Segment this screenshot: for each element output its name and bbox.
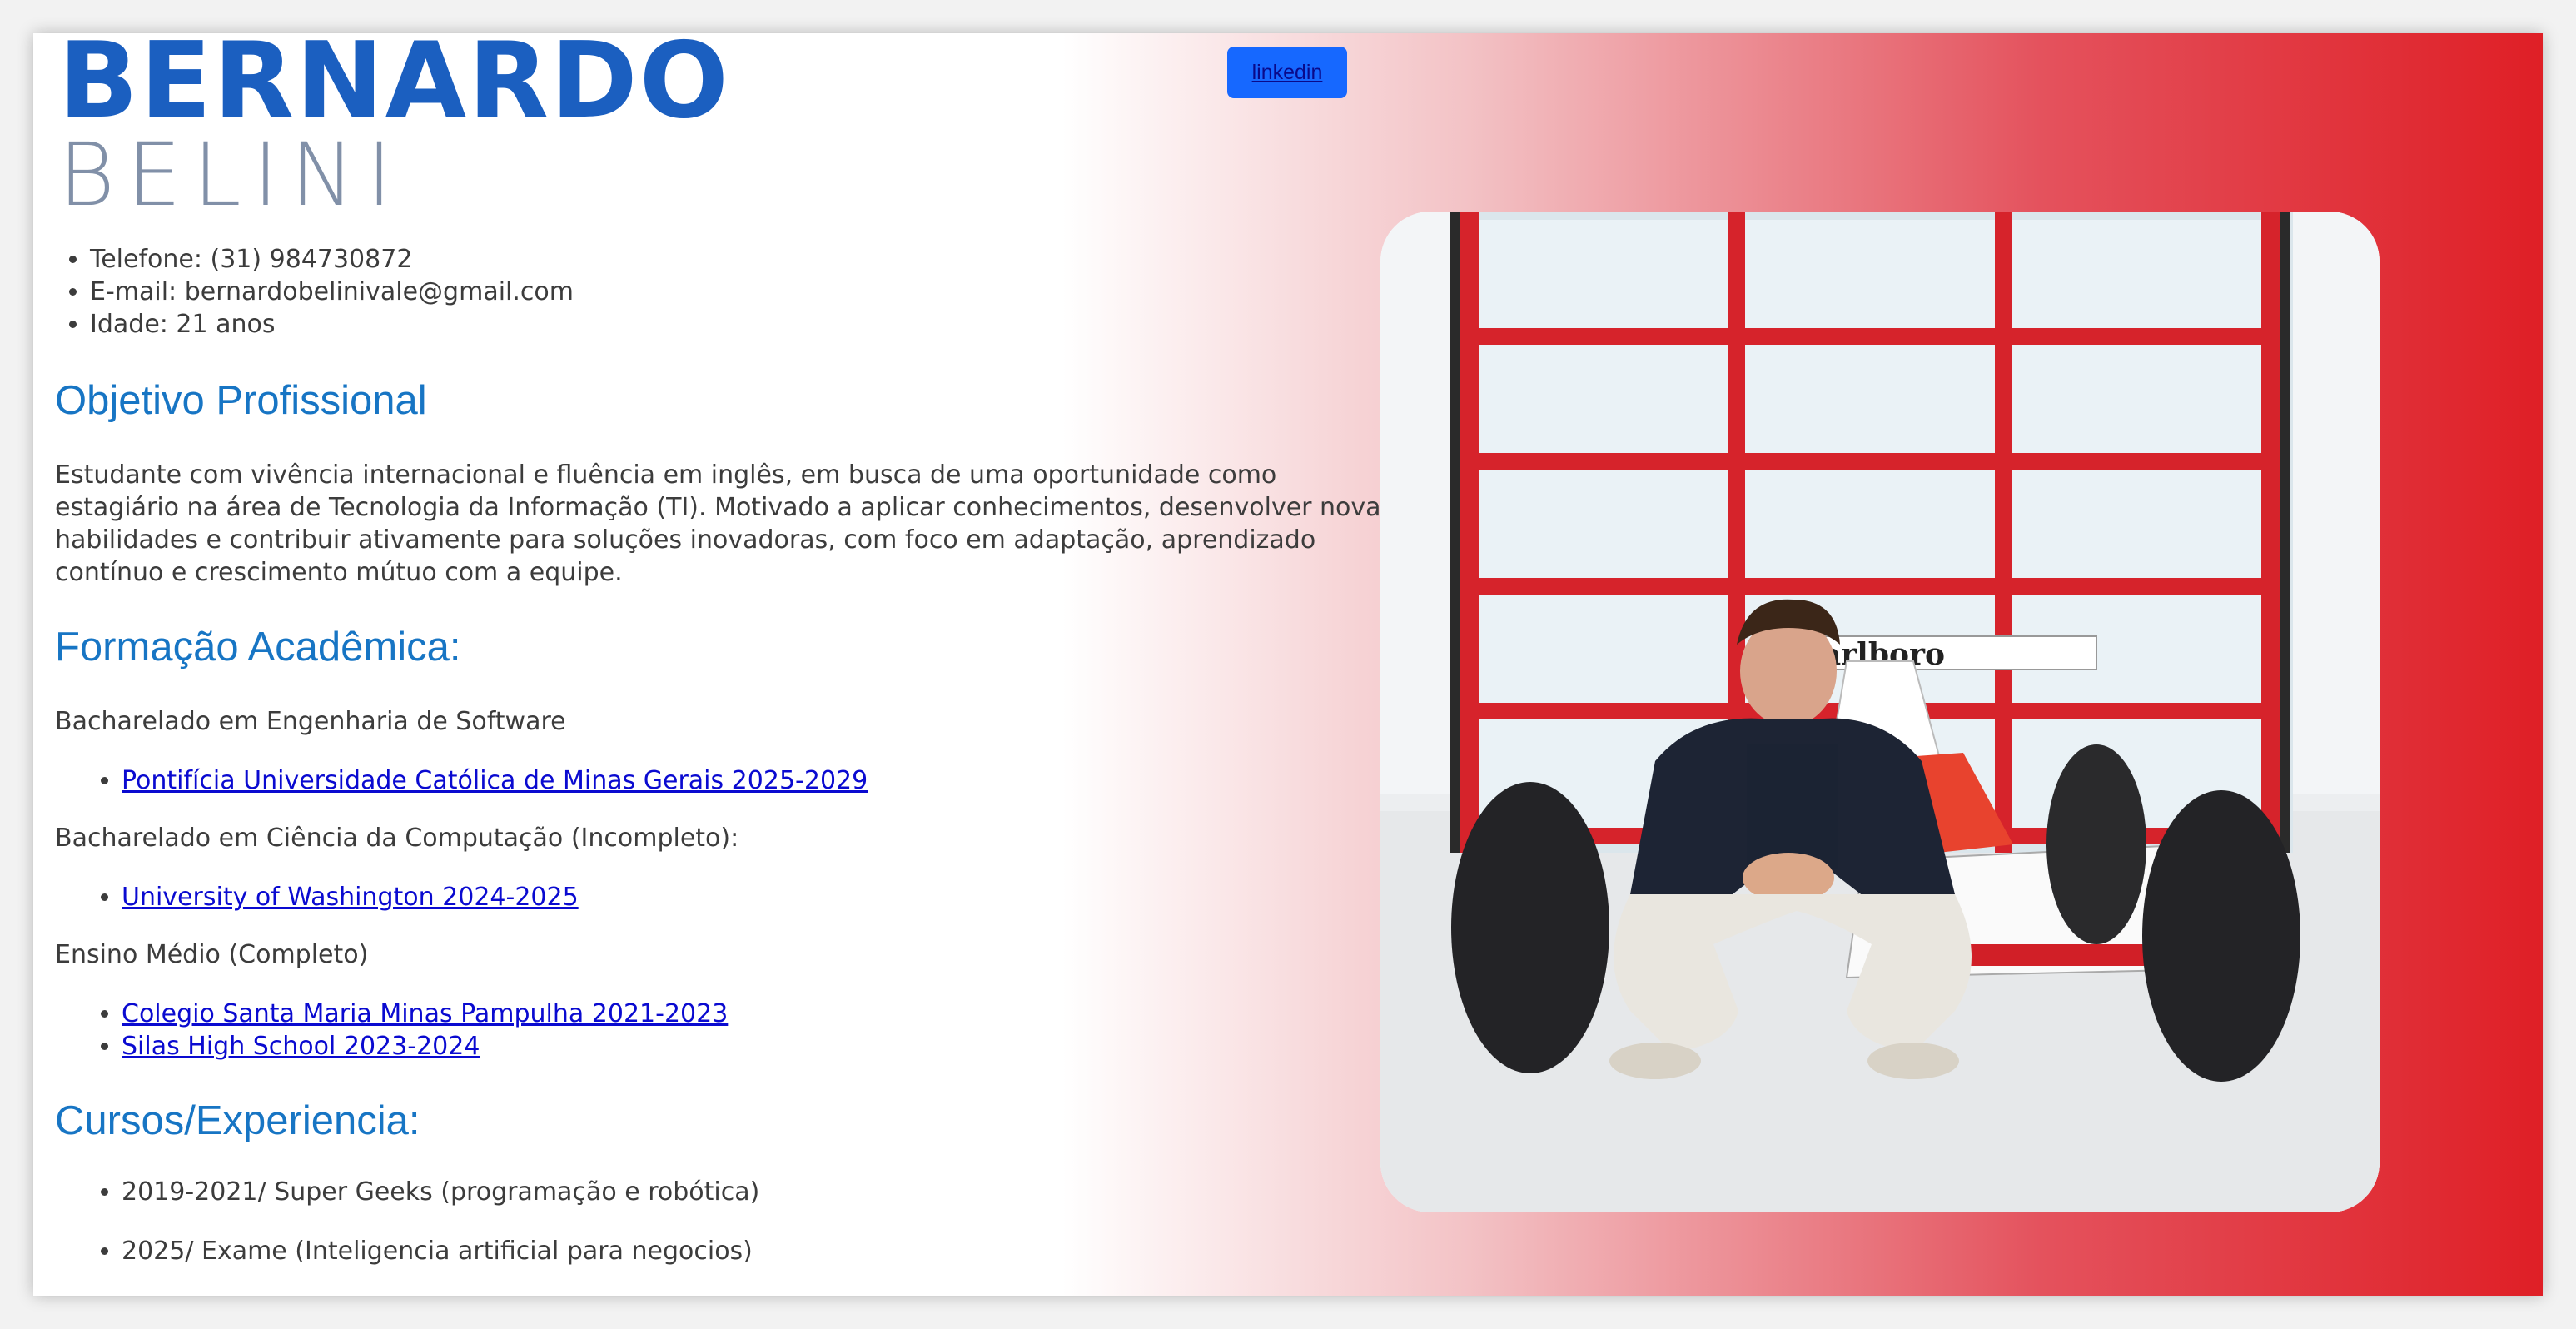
degree-institution-list: Colegio Santa Maria Minas Pampulha 2021-… [55, 998, 1395, 1063]
institution-link-silas[interactable]: Silas High School 2023-2024 [122, 1032, 480, 1061]
institution-link-uw[interactable]: University of Washington 2024-2025 [122, 883, 579, 912]
linkedin-button[interactable]: linkedin [1227, 47, 1347, 98]
course-item: 2025/ Exame (Inteligencia artificial par… [122, 1235, 1395, 1267]
degree-institution-list: Pontifícia Universidade Católica de Mina… [55, 764, 1395, 797]
page-window: BERNARDO BELINI linkedin Telefone: (31) … [33, 33, 2543, 1296]
contact-age: Idade: 21 anos [90, 308, 1395, 341]
contact-email: E-mail: bernardobelinivale@gmail.com [90, 276, 1395, 308]
last-name-heading: BELINI [58, 124, 404, 226]
cursos-title: Cursos/Experiencia: [55, 1098, 420, 1143]
course-list: 2019-2021/ Super Geeks (programação e ro… [55, 1176, 1395, 1267]
objetivo-title: Objetivo Profissional [55, 378, 427, 423]
degree-label: Ensino Médio (Completo) [55, 940, 369, 969]
degree-institution-list: University of Washington 2024-2025 [55, 881, 1395, 913]
list-item: Silas High School 2023-2024 [122, 1030, 1395, 1063]
degree-label: Bacharelado em Ciência da Computação (In… [55, 824, 739, 853]
linkedin-button-label: linkedin [1251, 60, 1323, 84]
profile-photo-illustration: Marlboro 1 [1380, 212, 2380, 1212]
objetivo-text: Estudante com vivência internacional e f… [55, 460, 1395, 587]
profile-photo: Marlboro 1 [1380, 212, 2380, 1212]
list-item: Colegio Santa Maria Minas Pampulha 2021-… [122, 998, 1395, 1030]
contact-phone: Telefone: (31) 984730872 [90, 243, 1395, 276]
course-item: 2019-2021/ Super Geeks (programação e ro… [122, 1176, 1395, 1208]
first-name-heading: BERNARDO [58, 33, 730, 142]
list-item: Pontifícia Universidade Católica de Mina… [122, 764, 1395, 797]
degree-label: Bacharelado em Engenharia de Software [55, 707, 566, 736]
institution-link-pucminas[interactable]: Pontifícia Universidade Católica de Mina… [122, 766, 868, 795]
resume-content: Telefone: (31) 984730872 E-mail: bernard… [55, 243, 1395, 1294]
formacao-title: Formação Acadêmica: [55, 625, 461, 669]
list-item: University of Washington 2024-2025 [122, 881, 1395, 913]
institution-link-santa-maria[interactable]: Colegio Santa Maria Minas Pampulha 2021-… [122, 999, 728, 1028]
contact-list: Telefone: (31) 984730872 E-mail: bernard… [55, 243, 1395, 341]
